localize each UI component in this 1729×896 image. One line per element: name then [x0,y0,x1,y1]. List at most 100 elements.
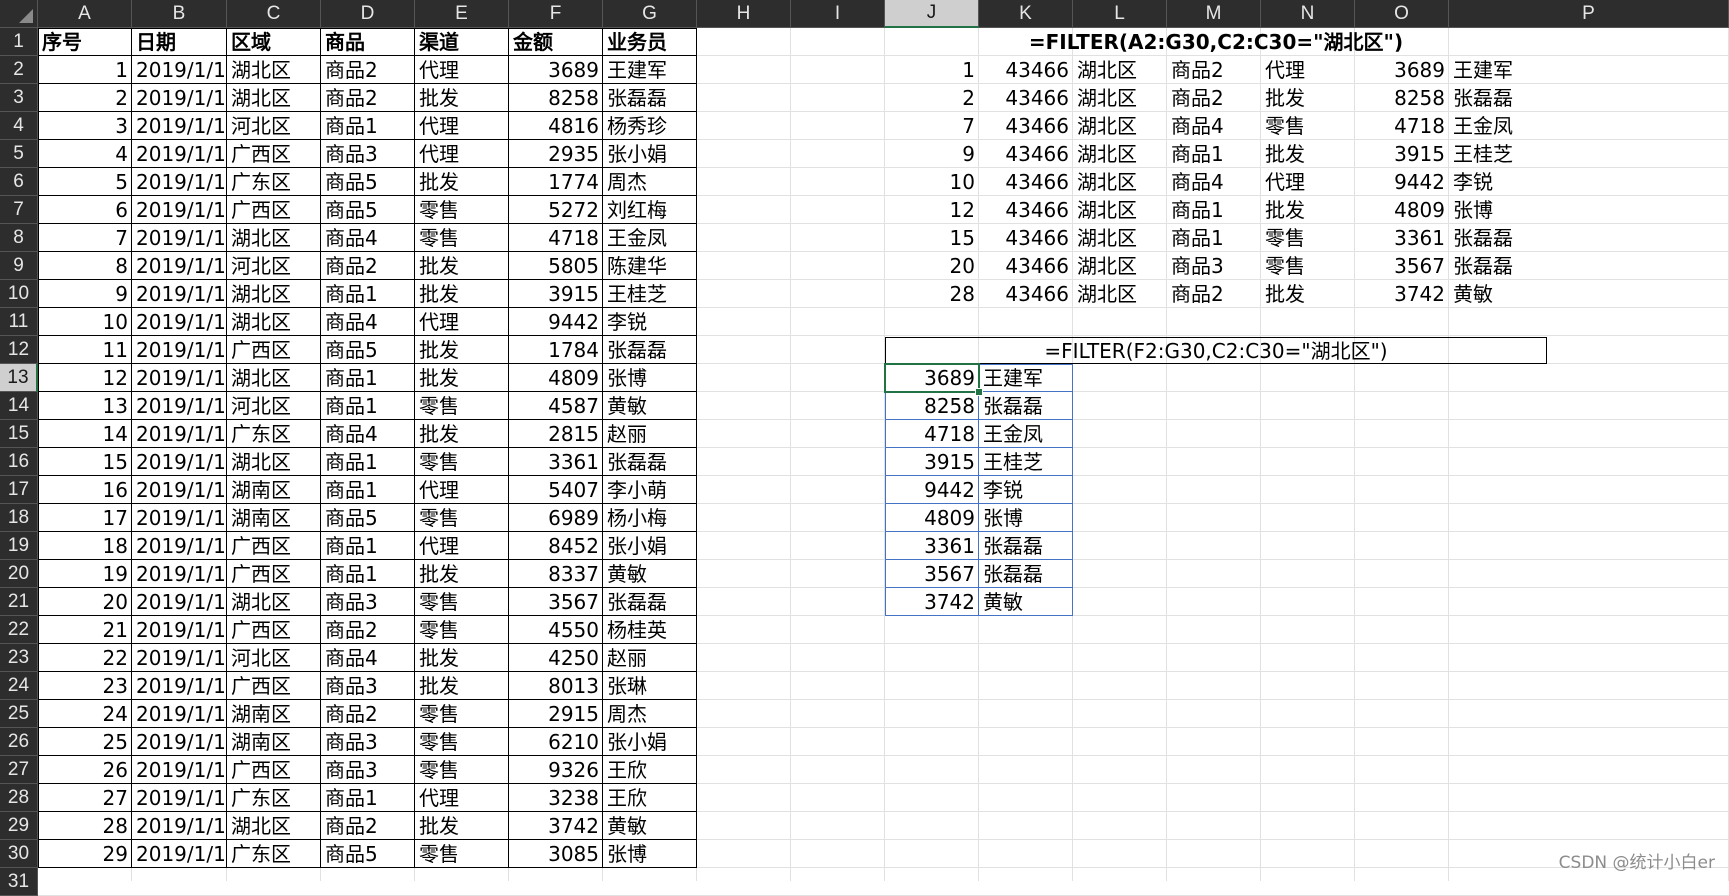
filter1-cell[interactable]: 43466 [979,252,1073,280]
row-header-8[interactable]: 8 [0,224,38,252]
table-cell[interactable]: 广东区 [227,784,321,812]
table-cell[interactable]: 2019/1/1 [132,812,227,840]
filter1-cell[interactable]: 4718 [1355,112,1449,140]
table-cell[interactable]: 湖南区 [227,728,321,756]
filter1-cell[interactable]: 43466 [979,84,1073,112]
table-cell[interactable]: 2019/1/1 [132,56,227,84]
table-cell[interactable]: 零售 [415,224,509,252]
filter1-cell[interactable]: 43466 [979,168,1073,196]
row-header-18[interactable]: 18 [0,504,38,532]
select-all-corner[interactable] [0,0,38,28]
table-cell[interactable]: 黄敏 [603,392,697,420]
table-cell[interactable]: 湖北区 [227,812,321,840]
table-cell[interactable]: 商品3 [321,140,415,168]
table-cell[interactable]: 4718 [509,224,603,252]
row-header-2[interactable]: 2 [0,56,38,84]
table-cell[interactable]: 2 [38,84,132,112]
filter2-cell[interactable]: 黄敏 [979,588,1073,616]
fill-handle[interactable] [975,388,983,396]
row-header-7[interactable]: 7 [0,196,38,224]
table-cell[interactable]: 2019/1/1 [132,448,227,476]
column-header-a[interactable]: A [38,0,132,28]
table-cell[interactable]: 3742 [509,812,603,840]
table-cell[interactable]: 17 [38,504,132,532]
table-cell[interactable]: 商品1 [321,364,415,392]
table-cell[interactable]: 赵丽 [603,420,697,448]
table-cell[interactable]: 广西区 [227,196,321,224]
row-header-31[interactable]: 31 [0,868,38,896]
table-cell[interactable]: 1784 [509,336,603,364]
row-header-23[interactable]: 23 [0,644,38,672]
table-cell[interactable]: 26 [38,756,132,784]
table-cell[interactable]: 代理 [415,140,509,168]
table-cell[interactable]: 张磊磊 [603,336,697,364]
filter1-cell[interactable]: 湖北区 [1073,56,1167,84]
table-cell[interactable]: 2019/1/1 [132,672,227,700]
filter2-cell[interactable]: 王建军 [979,364,1073,392]
table-cell[interactable]: 代理 [415,532,509,560]
table-cell[interactable]: 黄敏 [603,560,697,588]
table-cell[interactable]: 2019/1/1 [132,532,227,560]
filter2-cell[interactable]: 9442 [885,476,979,504]
table-cell[interactable]: 11 [38,336,132,364]
filter1-cell[interactable]: 43466 [979,140,1073,168]
table-cell[interactable]: 2019/1/1 [132,504,227,532]
column-header-g[interactable]: G [603,0,697,28]
table-cell[interactable]: 广西区 [227,672,321,700]
filter2-cell[interactable]: 4718 [885,420,979,448]
row-header-30[interactable]: 30 [0,840,38,868]
table-cell[interactable]: 杨小梅 [603,504,697,532]
row-header-15[interactable]: 15 [0,420,38,448]
filter1-cell[interactable]: 9442 [1355,168,1449,196]
table-cell[interactable]: 零售 [415,448,509,476]
table-cell[interactable]: 王欣 [603,784,697,812]
row-header-17[interactable]: 17 [0,476,38,504]
column-header-l[interactable]: L [1073,0,1167,28]
row-header-13[interactable]: 13 [0,364,38,392]
table-cell[interactable]: 周杰 [603,700,697,728]
filter1-cell[interactable]: 商品2 [1167,280,1261,308]
table-cell[interactable]: 张小娟 [603,728,697,756]
table-cell[interactable]: 2019/1/1 [132,784,227,812]
table-cell[interactable]: 13 [38,392,132,420]
table-cell[interactable]: 批发 [415,168,509,196]
table-header-cell[interactable]: 业务员 [603,28,697,56]
table-cell[interactable]: 王金凤 [603,224,697,252]
table-cell[interactable]: 湖南区 [227,476,321,504]
row-header-10[interactable]: 10 [0,280,38,308]
table-cell[interactable]: 商品2 [321,252,415,280]
table-cell[interactable]: 湖南区 [227,700,321,728]
filter2-cell[interactable]: 3567 [885,560,979,588]
table-cell[interactable]: 张小娟 [603,140,697,168]
table-cell[interactable]: 商品1 [321,280,415,308]
table-cell[interactable]: 张琳 [603,672,697,700]
column-header-p[interactable]: P [1449,0,1729,28]
table-cell[interactable]: 湖北区 [227,448,321,476]
table-cell[interactable]: 8 [38,252,132,280]
table-cell[interactable]: 4816 [509,112,603,140]
column-header-k[interactable]: K [979,0,1073,28]
table-cell[interactable]: 商品2 [321,56,415,84]
filter1-cell[interactable]: 湖北区 [1073,224,1167,252]
table-cell[interactable]: 2019/1/1 [132,280,227,308]
column-header-d[interactable]: D [321,0,415,28]
row-header-4[interactable]: 4 [0,112,38,140]
table-cell[interactable]: 李小萌 [603,476,697,504]
table-cell[interactable]: 零售 [415,196,509,224]
table-cell[interactable]: 2019/1/1 [132,756,227,784]
table-cell[interactable]: 14 [38,420,132,448]
filter1-cell[interactable]: 8258 [1355,84,1449,112]
table-cell[interactable]: 2019/1/1 [132,588,227,616]
table-cell[interactable]: 批发 [415,252,509,280]
table-cell[interactable]: 王桂芝 [603,280,697,308]
column-header-j[interactable]: J [885,0,979,28]
table-cell[interactable]: 商品3 [321,588,415,616]
table-cell[interactable]: 2019/1/1 [132,140,227,168]
table-cell[interactable]: 2019/1/1 [132,364,227,392]
table-cell[interactable]: 商品1 [321,532,415,560]
filter2-cell[interactable]: 李锐 [979,476,1073,504]
filter1-cell[interactable]: 商品1 [1167,140,1261,168]
table-cell[interactable]: 2019/1/1 [132,476,227,504]
table-cell[interactable]: 2019/1/1 [132,84,227,112]
table-cell[interactable]: 6 [38,196,132,224]
